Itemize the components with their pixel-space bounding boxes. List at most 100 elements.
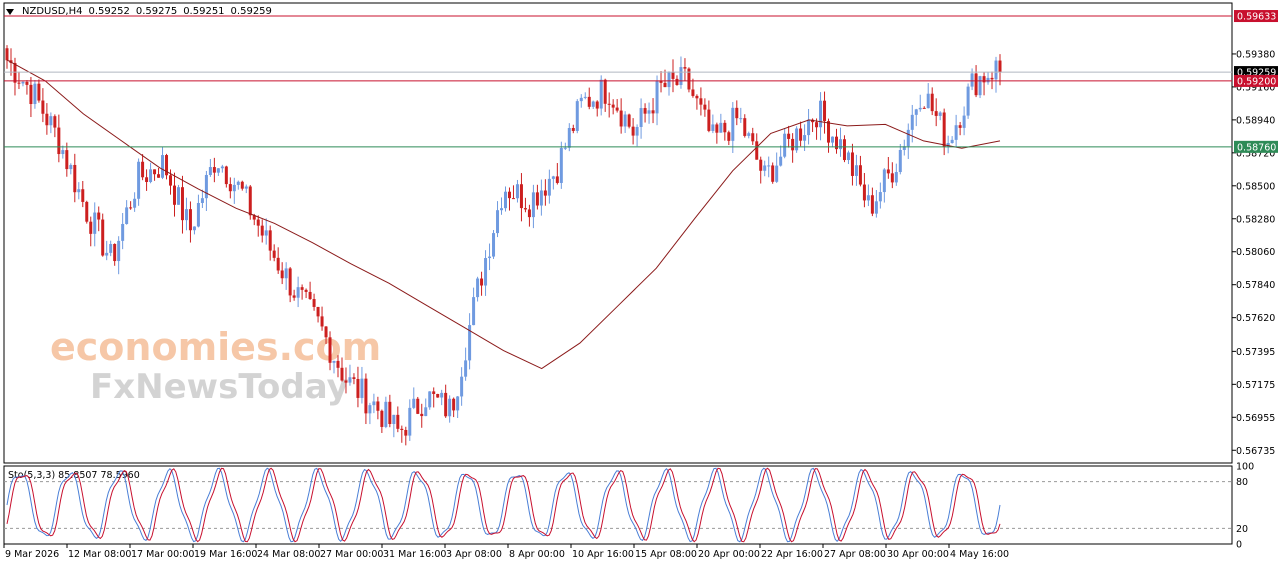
candle-bull xyxy=(33,83,37,105)
candle-bull xyxy=(655,80,659,114)
candle-bear xyxy=(37,83,41,101)
candle-bull xyxy=(739,118,743,120)
candle-bear xyxy=(89,221,93,234)
candle-bull xyxy=(440,392,444,398)
candle-bear xyxy=(432,391,436,394)
candle-bull xyxy=(133,198,137,208)
chart-svg: economies.comFxNewsToday0.593800.591600.… xyxy=(3,2,1278,560)
candle-bull xyxy=(204,174,208,199)
y-tick-label: 0.57175 xyxy=(1236,380,1275,391)
candle-bear xyxy=(5,48,9,61)
stochastic-y-tick-label: 100 xyxy=(1236,462,1254,473)
candle-bull xyxy=(464,360,468,377)
candle-bull xyxy=(428,391,432,408)
candle-bull xyxy=(679,67,683,85)
candle-bear xyxy=(53,116,57,128)
x-tick-label: 10 Apr 16:00 xyxy=(572,549,634,560)
candle-bull xyxy=(488,256,492,259)
candle-bull xyxy=(962,115,966,128)
symbol-header: NZDUSD,H4 0.59252 0.59275 0.59251 0.5925… xyxy=(6,6,272,17)
x-tick-label: 20 Apr 00:00 xyxy=(698,549,760,560)
candle-bear xyxy=(755,141,759,160)
candle-bear xyxy=(870,195,874,214)
candle-bear xyxy=(571,128,575,131)
candle-bear xyxy=(85,201,89,222)
candle-bear xyxy=(240,181,244,189)
candle-bull xyxy=(93,212,97,234)
candle-bear xyxy=(376,401,380,411)
candle-bear xyxy=(452,398,456,411)
candle-bull xyxy=(647,110,651,114)
candle-bull xyxy=(121,223,125,241)
candle-bear xyxy=(707,109,711,131)
candle-bull xyxy=(567,128,571,148)
candle-bear xyxy=(113,244,117,262)
y-tick-label: 0.58500 xyxy=(1236,181,1275,192)
candle-bull xyxy=(220,166,224,169)
candle-bear xyxy=(543,190,547,196)
candle-bull xyxy=(192,226,196,231)
candle-bear xyxy=(595,101,599,109)
candle-bear xyxy=(320,316,324,327)
candle-bull xyxy=(910,114,914,130)
candle-bull xyxy=(918,107,922,110)
candle-bull xyxy=(264,230,268,236)
stochastic-y-tick-label: 0 xyxy=(1236,540,1242,551)
candle-bear xyxy=(157,174,161,178)
candle-bear xyxy=(643,108,647,114)
ohlc-low: 0.59251 xyxy=(183,6,225,17)
x-tick-label: 31 Mar 16:00 xyxy=(383,549,446,560)
candle-bear xyxy=(300,287,304,290)
candle-bear xyxy=(73,164,77,193)
candle-bear xyxy=(145,177,149,183)
dropdown-triangle-icon[interactable] xyxy=(6,8,14,15)
candle-bear xyxy=(958,125,962,128)
candle-bear xyxy=(416,398,420,414)
candle-bull xyxy=(332,360,336,363)
candle-bear xyxy=(344,380,348,383)
y-tick-label: 0.58060 xyxy=(1236,247,1275,258)
candle-bull xyxy=(109,244,113,253)
candle-bear xyxy=(129,207,133,209)
candle-bull xyxy=(783,133,787,157)
ohlc-high: 0.59275 xyxy=(135,6,178,17)
candle-bear xyxy=(400,428,404,430)
candle-bear xyxy=(276,257,280,271)
level-label: 0.58760 xyxy=(1237,142,1276,153)
x-tick-label: 19 Mar 16:00 xyxy=(194,549,257,560)
candle-bull xyxy=(898,149,902,173)
watermark-economies: economies.com xyxy=(50,325,381,369)
candle-bear xyxy=(791,138,795,151)
candle-bull xyxy=(515,184,519,199)
candle-bull xyxy=(575,101,579,131)
candle-bear xyxy=(990,77,994,80)
x-tick-label: 15 Apr 08:00 xyxy=(635,549,697,560)
candle-bear xyxy=(224,166,228,185)
moving-average-line xyxy=(6,59,1001,370)
stochastic-y-tick-label: 20 xyxy=(1236,524,1248,535)
candle-bear xyxy=(727,132,731,141)
candle-bear xyxy=(380,410,384,427)
candle-bear xyxy=(942,112,946,147)
candle-bear xyxy=(627,114,631,127)
candle-bull xyxy=(296,287,300,298)
candle-bear xyxy=(336,360,340,368)
candle-bear xyxy=(41,100,45,114)
candle-bull xyxy=(49,116,53,126)
candle-bear xyxy=(316,306,320,317)
candle-bear xyxy=(771,165,775,182)
candle-bull xyxy=(384,401,388,427)
candle-bear xyxy=(25,81,29,85)
candle-bear xyxy=(751,133,755,142)
candle-bear xyxy=(188,209,192,231)
candle-bull xyxy=(894,172,898,183)
candle-bull xyxy=(503,191,507,209)
candle-bear xyxy=(842,139,846,161)
level-label: 0.59633 xyxy=(1237,12,1276,23)
candle-bear xyxy=(759,159,763,171)
candle-bull xyxy=(69,164,73,170)
x-tick-label: 8 Apr 00:00 xyxy=(509,549,565,560)
candle-bear xyxy=(304,289,308,292)
y-tick-label: 0.57620 xyxy=(1236,313,1275,324)
x-tick-label: 24 Mar 08:00 xyxy=(257,549,320,560)
